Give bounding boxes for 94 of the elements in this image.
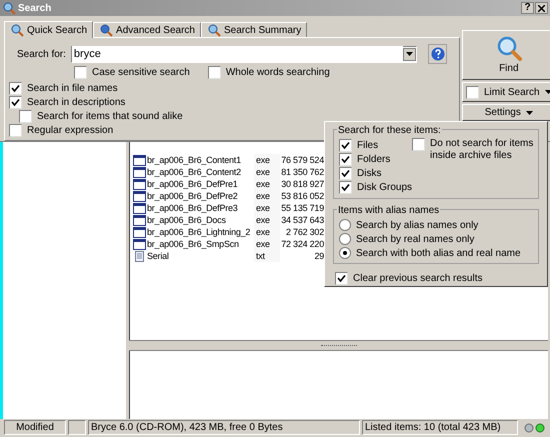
window-icon [133, 178, 146, 190]
file-size: 76 579 524 [280, 154, 324, 166]
checkbox[interactable] [19, 110, 32, 122]
dropdown-arrow-icon [406, 52, 414, 56]
file-size: 2 762 302 [284, 226, 324, 238]
checkbox[interactable] [74, 66, 87, 78]
option-label: Search by alias names only [356, 218, 478, 232]
file-extension: exe [254, 154, 280, 166]
file-extension: exe [254, 238, 280, 250]
search-label: Search for: [17, 48, 66, 62]
option-label: Whole words searching [226, 66, 330, 80]
tab[interactable]: Advanced Search [93, 22, 201, 37]
option-label: Folders [357, 152, 390, 166]
file-extension: exe [254, 190, 280, 202]
limit-search-button[interactable]: Limit Search [462, 82, 550, 102]
file-extension: exe [254, 202, 280, 214]
close-button[interactable] [535, 2, 548, 14]
file-extension: exe [254, 226, 280, 238]
window-icon [133, 214, 146, 226]
tab[interactable]: Search Summary [200, 22, 308, 37]
settings-button[interactable]: Settings [462, 104, 550, 121]
option-label: Regular expression [27, 124, 114, 138]
caret-icon [526, 110, 533, 114]
option-label: Disks [357, 166, 382, 180]
magnifier-icon [10, 23, 24, 37]
option-label: Files [357, 138, 378, 152]
option-label: Search for items that sound alike [37, 110, 183, 124]
file-extension: exe [254, 178, 280, 190]
file-name: br_ap006_Br6_Docs [146, 214, 227, 226]
checkbox[interactable] [9, 96, 22, 108]
search-field[interactable]: bryce [70, 46, 418, 62]
option-label: Search with both alias and real name [356, 246, 521, 260]
window-icon [133, 154, 146, 166]
status-drive: Bryce 6.0 (CD-ROM), 423 MB, free 0 Bytes [88, 420, 360, 435]
file-name: br_ap006_Br6_DefPre2 [146, 190, 239, 202]
option-label: Case sensitive search [92, 66, 190, 80]
help-icon-button[interactable] [428, 44, 447, 64]
caret-icon [544, 90, 550, 94]
file-name: br_ap006_Br6_Content1 [146, 154, 242, 166]
search-icon [496, 34, 522, 60]
file-name: Serial [146, 250, 170, 262]
tab[interactable]: Quick Search [4, 21, 94, 38]
find-button[interactable]: Find [462, 30, 550, 80]
magnifier-icon [99, 23, 114, 37]
window-icon [133, 238, 146, 250]
file-size: 29 [313, 250, 324, 262]
option-label: Do not search for items inside archive files [430, 138, 534, 162]
window-icon [133, 226, 146, 238]
file-name: br_ap006_Br6_DefPre3 [146, 202, 239, 214]
help-button[interactable]: ? [521, 2, 534, 14]
file-name: br_ap006_Br6_Lightning_2 [146, 226, 252, 238]
question-icon [430, 47, 445, 61]
radio-button[interactable] [339, 219, 351, 231]
option-label: Search in descriptions [27, 96, 126, 110]
radio-button[interactable] [339, 247, 351, 259]
window-icon [133, 202, 146, 214]
file-name: br_ap006_Br6_Content2 [146, 166, 242, 178]
file-extension: exe [254, 214, 280, 226]
status-listed-items: Listed items: 10 (total 423 MB) [362, 420, 518, 435]
checkbox[interactable] [339, 180, 352, 194]
file-size: 30 818 927 [280, 178, 324, 190]
option-label: Search in file names [27, 82, 118, 96]
status-cell [68, 420, 86, 435]
file-size: 72 324 220 [280, 238, 324, 250]
close-icon [538, 4, 545, 12]
document-icon [133, 250, 146, 262]
file-name: br_ap006_Br6_DefPre1 [146, 178, 239, 190]
checkbox[interactable] [9, 124, 22, 136]
checkbox[interactable] [339, 166, 352, 180]
window-icon [133, 166, 146, 178]
option-label: Disk Groups [357, 180, 412, 194]
status-lights-icon [524, 422, 546, 432]
file-name: br_ap006_Br6_SmpScn [146, 238, 240, 250]
file-extension: txt [254, 250, 280, 262]
file-size: 55 135 719 [280, 202, 324, 214]
checkbox[interactable] [208, 66, 221, 78]
file-size: 34 537 643 [280, 214, 324, 226]
file-size: 53 816 052 [280, 190, 324, 202]
status-state: Modified [4, 420, 66, 435]
window-title: Search [18, 2, 52, 16]
checkbox[interactable] [412, 138, 426, 151]
radio-button[interactable] [339, 233, 351, 245]
file-extension: exe [254, 166, 280, 178]
checkbox[interactable] [335, 272, 348, 284]
option-label: Clear previous search results [353, 272, 482, 286]
checkbox[interactable] [339, 152, 352, 166]
magnifier-icon [2, 1, 16, 15]
window-icon [133, 190, 146, 202]
option-label: Search by real names only [356, 232, 474, 246]
checkbox[interactable] [339, 138, 352, 152]
checkbox[interactable] [9, 82, 22, 94]
checkbox[interactable] [466, 86, 479, 98]
magnifier-icon [206, 23, 221, 37]
file-size: 81 350 762 [280, 166, 324, 178]
